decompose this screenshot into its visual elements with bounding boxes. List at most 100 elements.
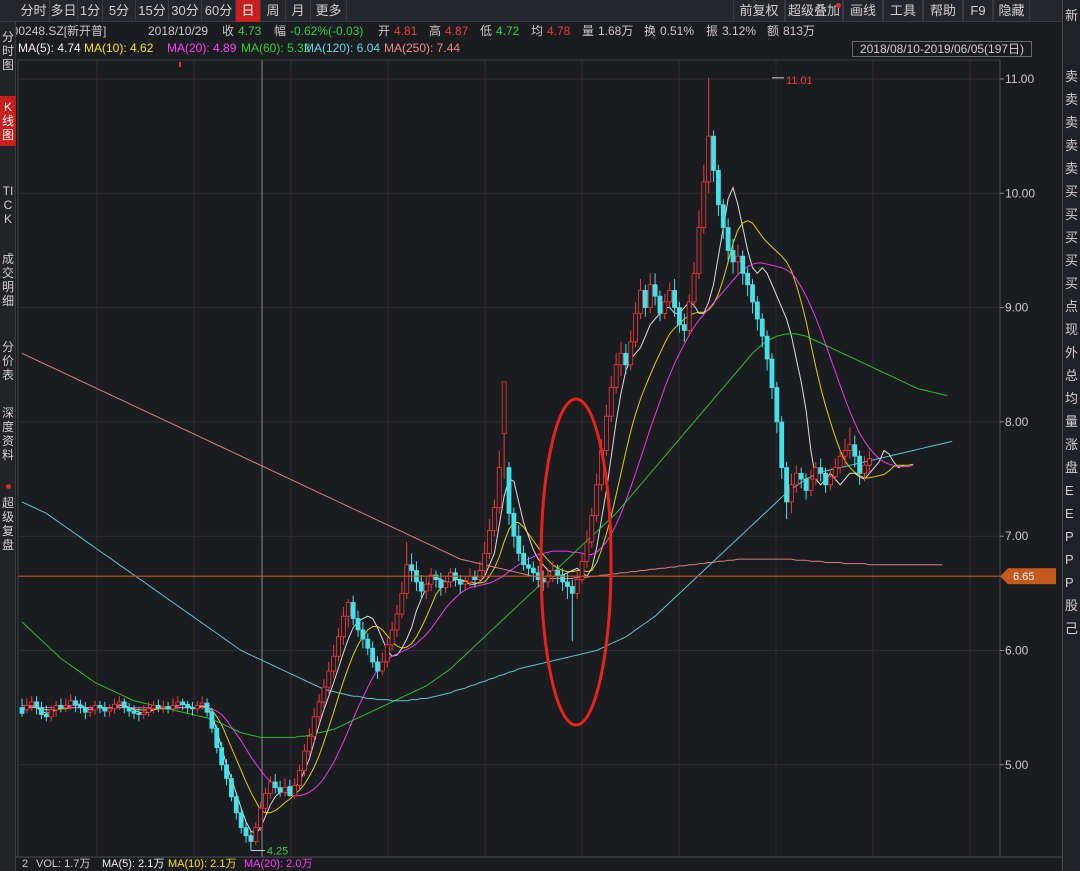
candle-body: [808, 478, 814, 491]
candle-body: [711, 135, 716, 171]
candle-body: [784, 467, 789, 503]
notification-dot-icon: [836, 3, 841, 8]
toolbar-button-6[interactable]: 隐藏: [993, 0, 1030, 22]
change-value: -0.62%(-0.03): [290, 24, 364, 38]
candle-body: [443, 581, 449, 589]
y-tick-label: 8.00: [1005, 415, 1029, 429]
candle-body: [677, 307, 682, 326]
candle-body: [185, 703, 190, 709]
candle-body: [740, 255, 746, 274]
left-tab-4[interactable]: 分价表: [0, 336, 16, 386]
left-tab-3[interactable]: 成交明细: [0, 248, 16, 312]
candle-body: [866, 458, 872, 466]
candle-body: [681, 324, 687, 331]
current-price-label: 6.65: [1013, 571, 1034, 583]
candle-body: [652, 284, 658, 297]
candle-body: [569, 586, 575, 594]
period-tab-3[interactable]: 5分: [103, 0, 136, 22]
period-tab-10[interactable]: 更多: [311, 0, 347, 22]
period-tab-2[interactable]: 1分: [78, 0, 103, 22]
toolbar-button-4[interactable]: 帮助: [923, 0, 963, 22]
quote-info-row: 300248.SZ[新开普] 2018/10/29 收 4.73 幅 -0.62…: [0, 22, 1080, 40]
period-tab-7[interactable]: 日: [236, 0, 261, 22]
candle-body: [852, 444, 858, 457]
candle-body: [574, 579, 580, 594]
candle-body: [53, 704, 59, 711]
candle-body: [297, 770, 302, 786]
volume-legend-item: MA(20): 2.0万: [244, 858, 313, 870]
side-panel-label: 点: [1065, 299, 1079, 314]
period-tab-0[interactable]: 分时: [18, 0, 50, 22]
left-tab-5[interactable]: 深度资料: [0, 402, 16, 466]
period-tab-4[interactable]: 15分: [136, 0, 169, 22]
left-tab-6[interactable]: 超级复盘: [0, 492, 16, 556]
candle-body: [258, 807, 264, 829]
candle-body: [82, 707, 88, 713]
candle-body: [68, 700, 74, 706]
candle-body: [43, 714, 49, 718]
date-range-selector[interactable]: 2018/08/10-2019/06/05(197日): [852, 41, 1032, 57]
candle-body: [287, 786, 293, 797]
candle-body: [638, 290, 643, 314]
candle-body: [214, 727, 220, 749]
candle-body: [716, 170, 721, 206]
candle-body: [477, 570, 483, 581]
stock-code: 300248.SZ[新开普]: [5, 24, 107, 38]
candle-body: [292, 784, 298, 797]
candle-body: [126, 707, 132, 712]
candle-body: [642, 290, 648, 308]
candle-body: [491, 507, 497, 531]
side-panel-label: 卖: [1065, 92, 1079, 107]
side-panel-label: 新: [1065, 8, 1079, 23]
candle-body: [857, 455, 863, 474]
left-tab-0[interactable]: 分时图: [0, 26, 16, 76]
kline-chart[interactable]: 11.01 4.25 11.00 10.00 9.00 8.00 7.00 6.00 5.00…: [0, 0, 1080, 871]
candle-body: [482, 552, 488, 571]
left-tab-1[interactable]: K线图: [0, 96, 16, 146]
candle-body: [506, 467, 512, 514]
candle-body: [735, 255, 741, 263]
volume-panel-index[interactable]: 2: [22, 858, 28, 871]
candle-body: [209, 711, 215, 729]
candle-body: [764, 335, 770, 360]
period-tab-5[interactable]: 30分: [169, 0, 202, 22]
left-tab-2[interactable]: TICK: [0, 180, 16, 244]
open-value: 4.81: [394, 24, 418, 38]
candle-body: [326, 670, 332, 688]
candle-body: [496, 467, 502, 509]
candle-body: [253, 827, 259, 842]
candle-body: [243, 827, 249, 837]
period-tab-9[interactable]: 月: [286, 0, 311, 22]
candle-body: [516, 535, 522, 554]
candle-body: [39, 707, 44, 715]
toolbar-button-2[interactable]: 画线: [843, 0, 883, 22]
candle-body: [584, 541, 590, 562]
amplitude-label: 振: [706, 24, 719, 38]
toolbar-button-1[interactable]: 超级叠加: [785, 0, 843, 22]
candle-body: [165, 706, 171, 710]
low-marker-label: 4.25: [267, 846, 288, 858]
ma-legend-item: MA(5): 4.74: [18, 41, 81, 55]
toolbar-button-5[interactable]: F9: [963, 0, 993, 22]
candle-body: [837, 455, 843, 469]
chart-grid: [0, 59, 1062, 858]
candle-body: [365, 638, 371, 649]
candle-body: [862, 464, 867, 474]
period-tab-8[interactable]: 周: [261, 0, 286, 22]
candle-body: [267, 781, 273, 794]
toolbar-button-0[interactable]: 前复权: [733, 0, 785, 22]
candle-body: [511, 512, 517, 537]
period-tab-6[interactable]: 60分: [202, 0, 236, 22]
side-panel-label: 股: [1065, 598, 1079, 613]
candle-body: [745, 272, 751, 286]
high-label: 高: [429, 24, 442, 38]
period-tab-1[interactable]: 多日: [50, 0, 78, 22]
candle-body: [404, 564, 410, 594]
side-panel-label: 卖: [1065, 69, 1079, 84]
candle-body: [501, 381, 507, 434]
candle-body: [847, 444, 853, 451]
toolbar-button-3[interactable]: 工具: [883, 0, 923, 22]
candle-body: [360, 629, 366, 640]
candle-body: [180, 701, 186, 705]
candle-body: [112, 703, 117, 710]
